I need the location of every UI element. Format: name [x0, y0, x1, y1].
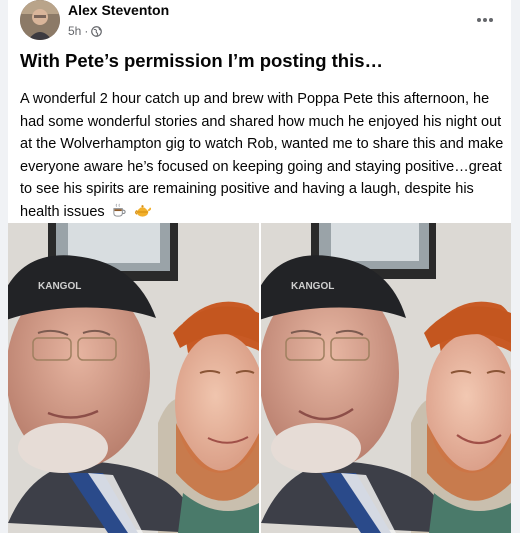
cap-brand-text: KANGOL	[291, 281, 334, 292]
post-time[interactable]: 5h	[68, 24, 81, 38]
author-avatar[interactable]	[20, 0, 60, 40]
post-header: Alex Steventon 5h ·	[8, 0, 511, 48]
author-name[interactable]: Alex Steventon	[68, 2, 169, 18]
more-options-icon[interactable]	[473, 12, 497, 28]
post-body-text: A wonderful 2 hour catch up and brew wit…	[20, 91, 504, 220]
post-photo-1[interactable]: KANGOL	[8, 223, 259, 533]
cap-brand-text: KANGOL	[38, 281, 81, 292]
post-title: With Pete’s permission I’m posting this…	[20, 50, 384, 71]
post-card: Alex Steventon 5h · With Pete’s permissi…	[8, 0, 511, 533]
meta-separator: ·	[84, 24, 89, 38]
post-body: A wonderful 2 hour catch up and brew wit…	[20, 88, 505, 226]
globe-icon	[91, 25, 103, 37]
post-photo-2[interactable]: KANGOL	[261, 223, 511, 533]
post-photos: KANGOL KANGOL	[8, 223, 511, 533]
post-meta: 5h ·	[68, 24, 103, 38]
